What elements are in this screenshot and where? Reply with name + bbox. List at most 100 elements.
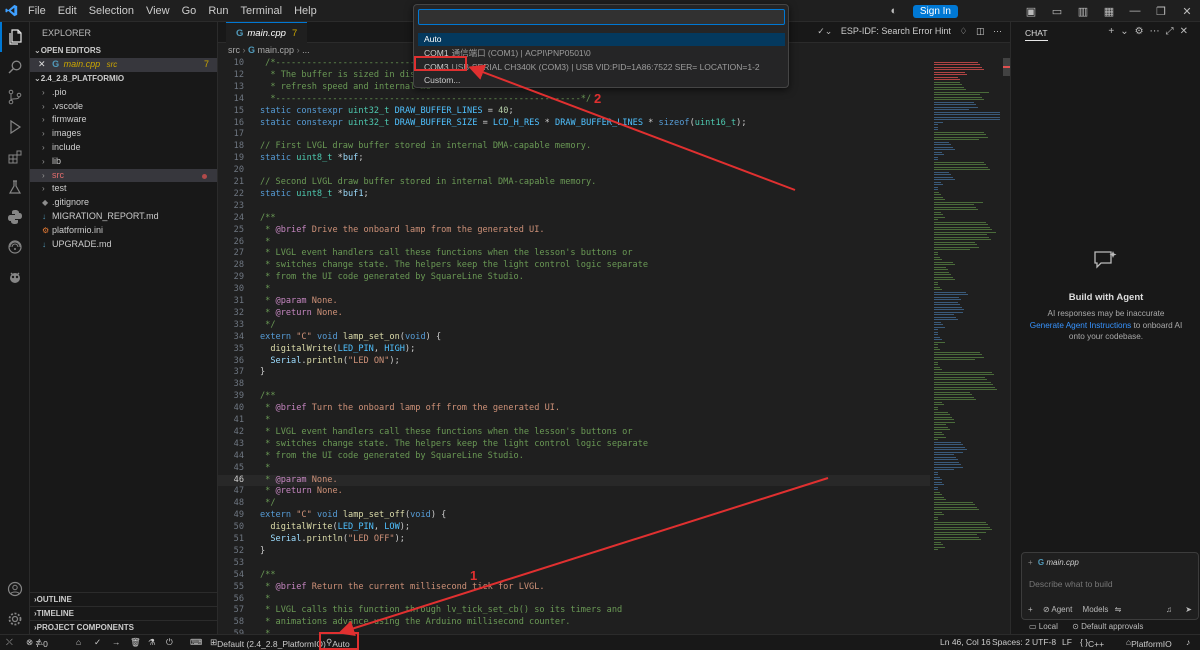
sign-in-button[interactable]: Sign In xyxy=(912,4,958,18)
menu-selection[interactable]: Selection xyxy=(83,0,140,22)
code-line[interactable]: 52} xyxy=(218,546,930,558)
more-icon[interactable]: ⋯ xyxy=(1150,26,1166,37)
environment-selector[interactable]: ⊞ Default (2.4_2.8_PlatformIO) xyxy=(210,637,326,649)
send-icon[interactable]: ➤ xyxy=(1185,605,1192,614)
code-line[interactable]: 19 static uint8_t *buf; xyxy=(218,153,930,165)
models-dropdown[interactable]: Models xyxy=(1083,605,1109,614)
editor-scrollbar[interactable] xyxy=(1003,58,1010,634)
menu-terminal[interactable]: Terminal xyxy=(235,0,289,22)
code-line[interactable]: 58 * animations advance using the Arduin… xyxy=(218,617,930,629)
breadcrumb-file[interactable]: main.cpp xyxy=(258,45,295,55)
approvals-toggle[interactable]: ⊙ Default approvals xyxy=(1072,622,1143,631)
run-debug-icon[interactable] xyxy=(0,112,30,142)
context-chip[interactable]: + G main.cpp xyxy=(1028,558,1079,567)
code-line[interactable]: 42 * LVGL event handlers call these func… xyxy=(218,427,930,439)
clean-icon[interactable]: 🗑 xyxy=(130,637,141,648)
lightbulb-icon[interactable]: ♢ xyxy=(959,26,967,36)
tree-item-gitignore[interactable]: ◆ .gitignore xyxy=(30,196,217,210)
tree-item-vscode[interactable]: › .vscode xyxy=(30,100,217,114)
menu-edit[interactable]: Edit xyxy=(52,0,83,22)
menu-file[interactable]: File xyxy=(22,0,52,22)
close-window-icon[interactable]: ✕ xyxy=(1174,5,1200,18)
code-line[interactable]: 28 * switches change state. The helpers … xyxy=(218,260,930,272)
layout-icon[interactable]: ▦ xyxy=(1096,5,1122,18)
close-panel-icon[interactable]: ✕ xyxy=(1180,26,1194,37)
attach-icon[interactable]: + xyxy=(1028,605,1033,614)
code-line[interactable]: 16 static constexpr uint32_t DRAW_BUFFER_… xyxy=(218,118,930,130)
tab-main-cpp[interactable]: Gmain.cpp 7 xyxy=(226,22,308,43)
code-line[interactable]: 30 * xyxy=(218,284,930,296)
code-line[interactable]: 32 * @return None. xyxy=(218,308,930,320)
code-line[interactable]: 35 digitalWrite(LED_PIN, HIGH); xyxy=(218,344,930,356)
quick-pick-input[interactable] xyxy=(418,9,785,25)
code-line[interactable]: 15 static constexpr uint32_t DRAW_BUFFER_… xyxy=(218,106,930,118)
quick-pick-item-custom[interactable]: Custom... xyxy=(418,74,785,87)
timeline-section[interactable]: ›TIMELINE xyxy=(30,606,218,620)
testing-icon[interactable] xyxy=(0,172,30,202)
toggle-secondary-sidebar-icon[interactable]: ▥ xyxy=(1070,5,1096,18)
code-line[interactable]: 45 * xyxy=(218,463,930,475)
terminal-icon[interactable]: ⌨ xyxy=(190,637,202,648)
tree-item-firmware[interactable]: › firmware xyxy=(30,113,217,127)
manage-gear-icon[interactable] xyxy=(0,604,30,634)
code-line[interactable]: 18 // First LVGL draw buffer stored in in… xyxy=(218,141,930,153)
language-mode[interactable]: { } C++ xyxy=(1080,637,1104,649)
project-folder-section[interactable]: ⌄2.4_2.8_PLATFORMIO xyxy=(30,72,217,86)
chat-input-box[interactable]: + G main.cpp Describe what to build + ⊘ … xyxy=(1021,552,1199,620)
code-line[interactable]: 34 extern "C" void lamp_set_on(void) { xyxy=(218,332,930,344)
split-editor-icon[interactable]: ◫ xyxy=(976,26,985,36)
code-line[interactable]: 40 * @brief Turn the onboard lamp off fr… xyxy=(218,403,930,415)
code-line[interactable]: 47 * @return None. xyxy=(218,486,930,498)
indentation[interactable]: Spaces: 2 xyxy=(992,637,1030,647)
mic-icon[interactable]: ♫ xyxy=(1166,605,1172,614)
accounts-icon[interactable] xyxy=(0,574,30,604)
extensions-icon[interactable] xyxy=(0,142,30,172)
check-icon[interactable]: ✓⌄ xyxy=(817,26,832,36)
tree-item-images[interactable]: › images xyxy=(30,127,217,141)
code-line[interactable]: 51 Serial.println("LED OFF"); xyxy=(218,534,930,546)
code-line[interactable]: 25 * @brief Drive the onboard lamp from … xyxy=(218,225,930,237)
code-line[interactable]: 38 xyxy=(218,379,930,391)
code-line[interactable]: 39 /** xyxy=(218,391,930,403)
quick-pick-item-auto[interactable]: Auto xyxy=(418,33,785,46)
menu-go[interactable]: Go xyxy=(176,0,203,22)
tree-item-upgrade-md[interactable]: ↓ UPGRADE.md xyxy=(30,238,217,252)
platformio-status[interactable]: ⌂ PlatformIO xyxy=(1126,637,1172,649)
code-line[interactable]: 33 */ xyxy=(218,320,930,332)
code-line[interactable]: 22 static uint8_t *buf1; xyxy=(218,189,930,201)
code-line[interactable]: 17 xyxy=(218,129,930,141)
code-line[interactable]: 53 xyxy=(218,558,930,570)
tree-item-platformio-ini[interactable]: ⚙ platformio.ini xyxy=(30,224,217,238)
home-icon[interactable]: ⌂ xyxy=(76,637,81,647)
notifications-icon[interactable]: ♪ xyxy=(1186,637,1190,647)
code-line[interactable]: 49 extern "C" void lamp_set_off(void) { xyxy=(218,510,930,522)
code-line[interactable]: 36 Serial.println("LED ON"); xyxy=(218,356,930,368)
code-editor[interactable]: 10 /*-----------------------------------… xyxy=(218,58,930,634)
settings-icon[interactable]: ⚙ xyxy=(1135,26,1150,37)
more-actions-icon[interactable]: ··· xyxy=(993,26,1002,36)
code-line[interactable]: 26 * xyxy=(218,237,930,249)
chat-input[interactable]: Describe what to build xyxy=(1029,579,1113,589)
agent-mode-dropdown[interactable]: ⊘ Agent xyxy=(1043,605,1072,614)
encoding[interactable]: UTF-8 xyxy=(1032,637,1056,647)
code-line[interactable]: 41 * xyxy=(218,415,930,427)
breadcrumb-src[interactable]: src xyxy=(228,45,240,55)
code-line[interactable]: 27 * LVGL event handlers call these func… xyxy=(218,248,930,260)
menu-help[interactable]: Help xyxy=(288,0,323,22)
eol[interactable]: LF xyxy=(1062,637,1072,647)
menu-run[interactable]: Run xyxy=(202,0,234,22)
python-icon[interactable] xyxy=(0,202,30,232)
build-icon[interactable]: ✓ xyxy=(94,637,101,648)
tree-item-test[interactable]: › test xyxy=(30,182,217,196)
code-line[interactable]: 31 * @param None. xyxy=(218,296,930,308)
menu-view[interactable]: View xyxy=(140,0,176,22)
tree-item-lib[interactable]: › lib xyxy=(30,155,217,169)
chat-header[interactable]: CHAT xyxy=(1025,28,1048,41)
quick-pick-item-com1[interactable]: COM1 通信端口 (COM1) | ACPI\PNP0501\0 xyxy=(418,47,785,60)
code-line[interactable]: 20 xyxy=(218,165,930,177)
code-line[interactable]: 21 // Second LVGL draw buffer stored in i… xyxy=(218,177,930,189)
project-components-section[interactable]: ›PROJECT COMPONENTS xyxy=(30,620,218,634)
outline-section[interactable]: ›OUTLINE xyxy=(30,592,218,606)
code-line[interactable]: 29 * from the UI code generated by Squar… xyxy=(218,272,930,284)
code-line[interactable]: 46 * @param None. xyxy=(218,474,930,487)
